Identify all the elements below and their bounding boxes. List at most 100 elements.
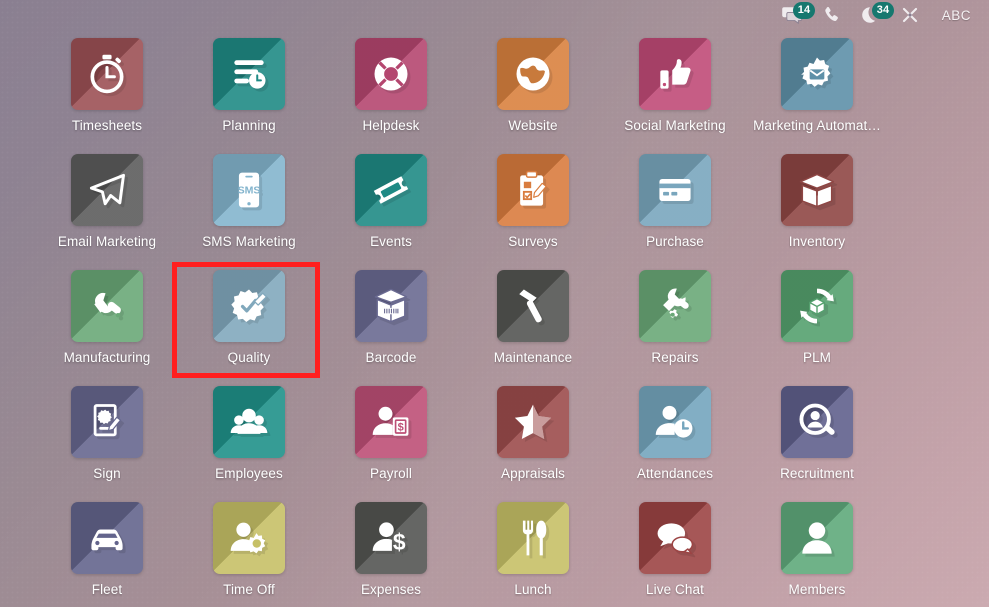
app-label: Fleet [91,582,123,597]
signed-doc-icon[interactable] [71,386,143,458]
app-label: Quality [227,350,271,365]
wrench-icon [902,7,917,23]
thumbs-up-icon[interactable] [639,38,711,110]
planning-icon[interactable] [213,38,285,110]
app-label: Sign [93,466,121,481]
app-label: Live Chat [646,582,704,597]
app-label: Social Marketing [624,118,726,133]
app-marketing-automat[interactable]: Marketing Automat… [746,30,888,146]
app-label: Marketing Automat… [753,118,881,133]
app-email-marketing[interactable]: Email Marketing [36,146,178,262]
app-label: Payroll [370,466,412,481]
app-expenses[interactable]: $ Expenses [320,494,462,607]
app-social-marketing[interactable]: Social Marketing [604,30,746,146]
app-label: Events [370,234,412,249]
lifebuoy-icon[interactable] [355,38,427,110]
app-label: Expenses [360,582,422,597]
quality-badge-icon[interactable] [213,270,285,342]
app-members[interactable]: Members [746,494,888,607]
svg-text:$: $ [393,529,406,555]
app-label: Barcode [365,350,417,365]
car-icon[interactable] [71,502,143,574]
wrench-icon[interactable] [71,270,143,342]
app-label: Appraisals [500,466,566,481]
barcode-box-icon[interactable] [355,270,427,342]
app-maintenance[interactable]: Maintenance [462,262,604,378]
app-barcode[interactable]: Barcode [320,262,462,378]
app-fleet[interactable]: Fleet [36,494,178,607]
app-manufacturing[interactable]: Manufacturing [36,262,178,378]
person-search-icon[interactable] [781,386,853,458]
app-purchase[interactable]: Purchase [604,146,746,262]
svg-text:$: $ [398,421,404,433]
app-lunch[interactable]: Lunch [462,494,604,607]
refresh-cube-icon[interactable] [781,270,853,342]
star-half-icon[interactable] [497,386,569,458]
stopwatch-icon[interactable] [71,38,143,110]
app-events[interactable]: Events [320,146,462,262]
app-recruitment[interactable]: Recruitment [746,378,888,494]
app-attendances[interactable]: Attendances [604,378,746,494]
app-label: Timesheets [71,118,143,133]
odoo-apps-desktop: 14 34 ABC Timesheets Planning Helpdesk W… [0,0,989,607]
app-surveys[interactable]: Surveys [462,146,604,262]
app-employees[interactable]: Employees [178,378,320,494]
app-label: Members [788,582,846,597]
app-payroll[interactable]: $ Payroll [320,378,462,494]
people-group-icon[interactable] [213,386,285,458]
globe-icon[interactable] [497,38,569,110]
app-planning[interactable]: Planning [178,30,320,146]
person-icon[interactable] [781,502,853,574]
messages-badge: 14 [792,2,816,19]
survey-icon[interactable] [497,154,569,226]
person-dollar-icon[interactable]: $ [355,502,427,574]
app-repairs[interactable]: Repairs [604,262,746,378]
messages-menu[interactable]: 14 [773,0,816,30]
person-sun-icon[interactable] [213,502,285,574]
ticket-icon[interactable] [355,154,427,226]
app-label: Helpdesk [362,118,420,133]
phone-icon [825,7,838,21]
app-helpdesk[interactable]: Helpdesk [320,30,462,146]
sms-phone-icon[interactable]: SMS [213,154,285,226]
systray: 14 34 ABC [773,0,989,30]
wrench-gear-icon[interactable] [639,270,711,342]
credit-card-icon[interactable] [639,154,711,226]
developer-tools-menu[interactable] [892,0,928,30]
app-inventory[interactable]: Inventory [746,146,888,262]
app-label: Attendances [636,466,714,481]
app-sms-marketing[interactable]: SMS SMS Marketing [178,146,320,262]
person-clock-icon[interactable] [639,386,711,458]
app-sign[interactable]: Sign [36,378,178,494]
app-plm[interactable]: PLM [746,262,888,378]
app-appraisals[interactable]: Appraisals [462,378,604,494]
app-label: Recruitment [780,466,854,481]
paper-plane-icon[interactable] [71,154,143,226]
app-label: Inventory [788,234,846,249]
cutlery-icon[interactable] [497,502,569,574]
open-box-icon[interactable] [781,154,853,226]
voip-menu[interactable] [815,0,848,30]
hammer-icon[interactable] [497,270,569,342]
app-time-off[interactable]: Time Off [178,494,320,607]
app-live-chat[interactable]: Live Chat [604,494,746,607]
chat-bubbles-icon[interactable] [639,502,711,574]
app-label: Lunch [514,582,552,597]
app-label: Surveys [508,234,558,249]
app-quality[interactable]: Quality [178,262,320,378]
gear-mail-icon[interactable] [781,38,853,110]
app-website[interactable]: Website [462,30,604,146]
app-label: Maintenance [493,350,573,365]
app-label: SMS Marketing [202,234,296,249]
person-money-icon[interactable]: $ [355,386,427,458]
app-timesheets[interactable]: Timesheets [36,30,178,146]
app-label: Manufacturing [63,350,151,365]
activities-menu[interactable]: 34 [852,0,895,30]
app-label: PLM [802,350,832,365]
app-grid: Timesheets Planning Helpdesk Website Social … [0,30,989,607]
app-label: Purchase [646,234,704,249]
app-label: Employees [215,466,283,481]
app-label: Repairs [651,350,699,365]
app-label: Time Off [223,582,275,597]
user-menu[interactable]: ABC [932,8,975,23]
